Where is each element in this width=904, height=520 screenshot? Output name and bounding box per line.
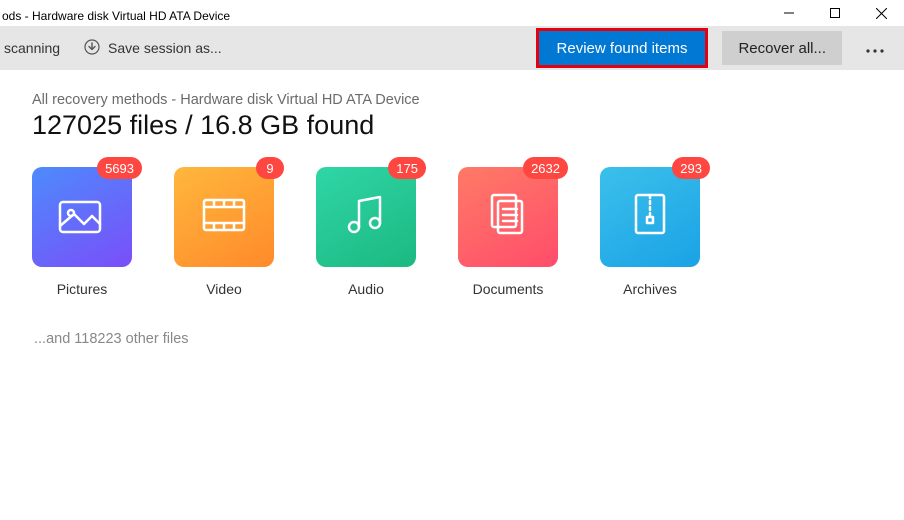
dots-icon: [866, 37, 884, 60]
main-content: All recovery methods - Hardware disk Vir…: [0, 70, 904, 347]
video-icon: [200, 194, 248, 241]
window-title: ods - Hardware disk Virtual HD ATA Devic…: [2, 3, 230, 23]
label-pictures: Pictures: [57, 281, 108, 297]
save-session-label: Save session as...: [108, 40, 222, 56]
tile-archives: [600, 167, 700, 267]
recover-all-button[interactable]: Recover all...: [722, 31, 842, 65]
more-options-button[interactable]: [856, 37, 894, 60]
category-audio[interactable]: 175 Audio: [316, 167, 416, 297]
badge-documents: 2632: [523, 157, 568, 179]
badge-audio: 175: [388, 157, 426, 179]
label-audio: Audio: [348, 281, 384, 297]
scanning-status: scanning: [0, 26, 64, 70]
tile-audio: [316, 167, 416, 267]
category-pictures[interactable]: 5693 Pictures: [32, 167, 132, 297]
tile-video: [174, 167, 274, 267]
archive-icon: [630, 191, 670, 244]
label-video: Video: [206, 281, 242, 297]
picture-icon: [58, 194, 106, 241]
download-icon: [84, 39, 100, 58]
badge-archives: 293: [672, 157, 710, 179]
category-archives[interactable]: 293 Archives: [600, 167, 700, 297]
save-session-button[interactable]: Save session as...: [74, 26, 232, 70]
badge-video: 9: [256, 157, 284, 179]
tile-pictures: [32, 167, 132, 267]
toolbar-right: Review found items Recover all...: [536, 28, 894, 68]
category-grid: 5693 Pictures: [32, 167, 880, 297]
maximize-button[interactable]: [812, 0, 858, 26]
toolbar-left: scanning Save session as...: [0, 26, 526, 70]
scanning-label: scanning: [4, 40, 60, 56]
review-found-items-button[interactable]: Review found items: [539, 31, 706, 65]
badge-pictures: 5693: [97, 157, 142, 179]
toolbar: scanning Save session as... Review found…: [0, 26, 904, 70]
minimize-button[interactable]: [766, 0, 812, 26]
breadcrumb: All recovery methods - Hardware disk Vir…: [32, 92, 880, 108]
category-documents[interactable]: 2632 Documents: [458, 167, 558, 297]
audio-icon: [344, 191, 388, 244]
label-archives: Archives: [623, 281, 677, 297]
document-icon: [486, 191, 530, 244]
category-video[interactable]: 9 Video: [174, 167, 274, 297]
summary-text: 127025 files / 16.8 GB found: [32, 110, 880, 141]
window-controls: [766, 0, 904, 26]
tile-documents: [458, 167, 558, 267]
review-button-highlight: Review found items: [536, 28, 709, 68]
titlebar: ods - Hardware disk Virtual HD ATA Devic…: [0, 0, 904, 26]
label-documents: Documents: [473, 281, 544, 297]
other-files-text: ...and 118223 other files: [32, 331, 880, 347]
close-button[interactable]: [858, 0, 904, 26]
